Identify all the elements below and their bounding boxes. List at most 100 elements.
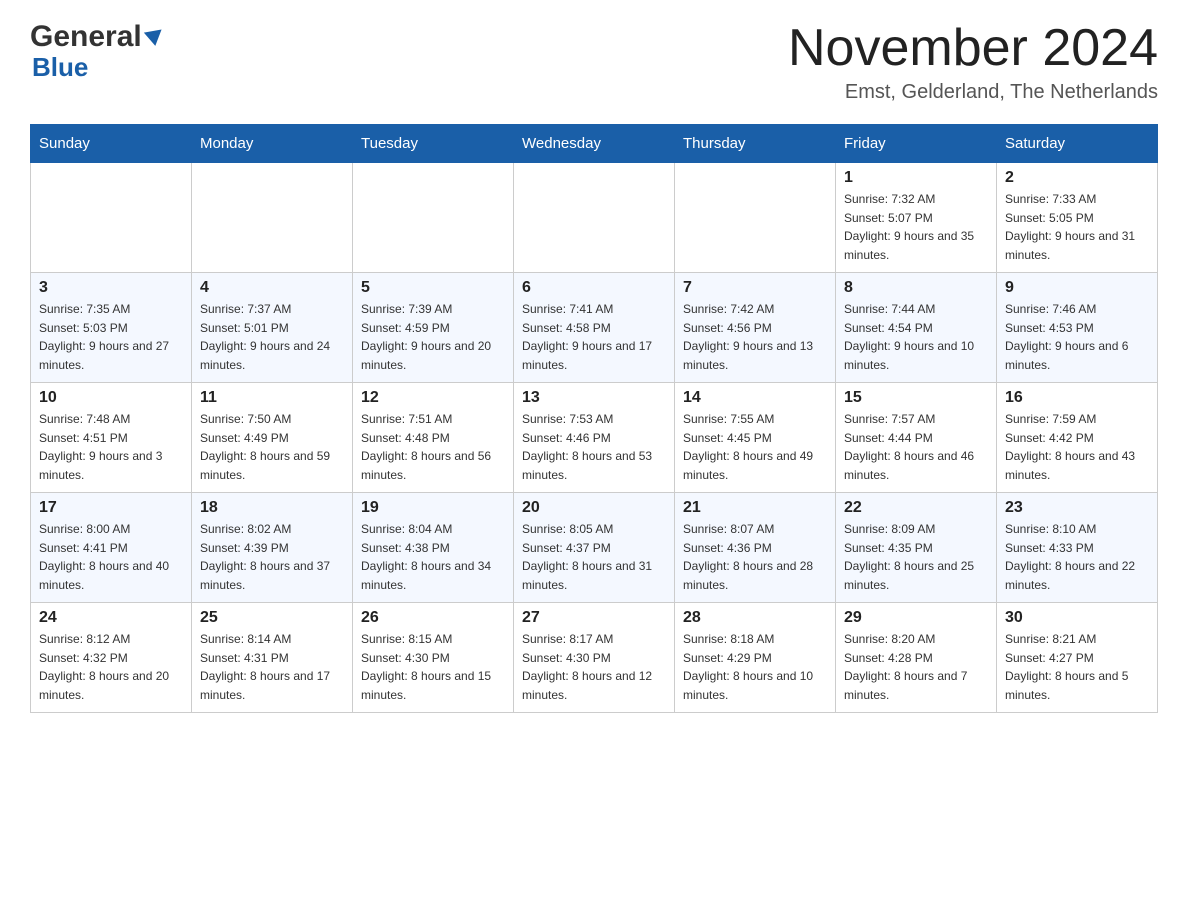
day-number: 12 [361, 389, 505, 407]
day-number: 8 [844, 279, 988, 297]
calendar-header-row: SundayMondayTuesdayWednesdayThursdayFrid… [31, 125, 1158, 163]
sun-info: Sunrise: 7:48 AM Sunset: 4:51 PM Dayligh… [39, 410, 183, 484]
sun-info: Sunrise: 8:05 AM Sunset: 4:37 PM Dayligh… [522, 520, 666, 594]
calendar-cell: 27 Sunrise: 8:17 AM Sunset: 4:30 PM Dayli… [514, 603, 675, 713]
sun-info: Sunrise: 8:12 AM Sunset: 4:32 PM Dayligh… [39, 630, 183, 704]
day-number: 21 [683, 499, 827, 517]
sun-info: Sunrise: 8:00 AM Sunset: 4:41 PM Dayligh… [39, 520, 183, 594]
day-number: 23 [1005, 499, 1149, 517]
sun-info: Sunrise: 8:18 AM Sunset: 4:29 PM Dayligh… [683, 630, 827, 704]
day-number: 17 [39, 499, 183, 517]
weekday-header-friday: Friday [836, 125, 997, 163]
day-number: 5 [361, 279, 505, 297]
calendar-cell [675, 163, 836, 273]
sun-info: Sunrise: 7:55 AM Sunset: 4:45 PM Dayligh… [683, 410, 827, 484]
calendar-cell: 4 Sunrise: 7:37 AM Sunset: 5:01 PM Daylig… [192, 273, 353, 383]
day-number: 22 [844, 499, 988, 517]
sun-info: Sunrise: 7:59 AM Sunset: 4:42 PM Dayligh… [1005, 410, 1149, 484]
calendar-cell: 5Sunrise: 7:39 AM Sunset: 4:59 PM Daylig… [353, 273, 514, 383]
day-number: 4 [200, 279, 344, 297]
weekday-header-monday: Monday [192, 125, 353, 163]
calendar-cell: 19 Sunrise: 8:04 AM Sunset: 4:38 PM Dayli… [353, 493, 514, 603]
weekday-header-thursday: Thursday [675, 125, 836, 163]
day-number: 2 [1005, 169, 1149, 187]
weekday-header-sunday: Sunday [31, 125, 192, 163]
calendar-cell: 1Sunrise: 7:32 AM Sunset: 5:07 PM Daylig… [836, 163, 997, 273]
logo-area: General Blue [30, 20, 163, 83]
sun-info: Sunrise: 8:15 AM Sunset: 4:30 PM Dayligh… [361, 630, 505, 704]
calendar-table: SundayMondayTuesdayWednesdayThursdayFrid… [30, 124, 1158, 713]
calendar-cell [192, 163, 353, 273]
logo-general-text: General [30, 20, 163, 53]
weekday-header-wednesday: Wednesday [514, 125, 675, 163]
calendar-cell: 24Sunrise: 8:12 AM Sunset: 4:32 PM Dayli… [31, 603, 192, 713]
calendar-cell: 22 Sunrise: 8:09 AM Sunset: 4:35 PM Dayli… [836, 493, 997, 603]
location-title: Emst, Gelderland, The Netherlands [788, 81, 1158, 104]
sun-info: Sunrise: 7:57 AM Sunset: 4:44 PM Dayligh… [844, 410, 988, 484]
sun-info: Sunrise: 7:32 AM Sunset: 5:07 PM Dayligh… [844, 190, 988, 264]
sun-info: Sunrise: 8:21 AM Sunset: 4:27 PM Dayligh… [1005, 630, 1149, 704]
sun-info: Sunrise: 7:35 AM Sunset: 5:03 PM Dayligh… [39, 300, 183, 374]
sun-info: Sunrise: 8:20 AM Sunset: 4:28 PM Dayligh… [844, 630, 988, 704]
calendar-cell: 9Sunrise: 7:46 AM Sunset: 4:53 PM Daylig… [997, 273, 1158, 383]
calendar-cell: 18 Sunrise: 8:02 AM Sunset: 4:39 PM Dayli… [192, 493, 353, 603]
calendar-cell: 25 Sunrise: 8:14 AM Sunset: 4:31 PM Dayli… [192, 603, 353, 713]
calendar-cell: 17 Sunrise: 8:00 AM Sunset: 4:41 PM Dayli… [31, 493, 192, 603]
calendar-cell: 21Sunrise: 8:07 AM Sunset: 4:36 PM Dayli… [675, 493, 836, 603]
calendar-week-row: 1Sunrise: 7:32 AM Sunset: 5:07 PM Daylig… [31, 163, 1158, 273]
calendar-cell: 10 Sunrise: 7:48 AM Sunset: 4:51 PM Dayli… [31, 383, 192, 493]
calendar-cell: 12 Sunrise: 7:51 AM Sunset: 4:48 PM Dayli… [353, 383, 514, 493]
sun-info: Sunrise: 8:02 AM Sunset: 4:39 PM Dayligh… [200, 520, 344, 594]
day-number: 20 [522, 499, 666, 517]
day-number: 30 [1005, 609, 1149, 627]
sun-info: Sunrise: 8:17 AM Sunset: 4:30 PM Dayligh… [522, 630, 666, 704]
day-number: 29 [844, 609, 988, 627]
day-number: 3 [39, 279, 183, 297]
sun-info: Sunrise: 7:33 AM Sunset: 5:05 PM Dayligh… [1005, 190, 1149, 264]
calendar-cell: 30 Sunrise: 8:21 AM Sunset: 4:27 PM Dayli… [997, 603, 1158, 713]
calendar-cell: 23 Sunrise: 8:10 AM Sunset: 4:33 PM Dayli… [997, 493, 1158, 603]
day-number: 18 [200, 499, 344, 517]
sun-info: Sunrise: 8:09 AM Sunset: 4:35 PM Dayligh… [844, 520, 988, 594]
day-number: 19 [361, 499, 505, 517]
calendar-week-row: 24Sunrise: 8:12 AM Sunset: 4:32 PM Dayli… [31, 603, 1158, 713]
calendar-cell: 6Sunrise: 7:41 AM Sunset: 4:58 PM Daylig… [514, 273, 675, 383]
calendar-week-row: 17 Sunrise: 8:00 AM Sunset: 4:41 PM Dayli… [31, 493, 1158, 603]
calendar-cell: 29 Sunrise: 8:20 AM Sunset: 4:28 PM Dayli… [836, 603, 997, 713]
logo: General [30, 20, 163, 54]
calendar-week-row: 10 Sunrise: 7:48 AM Sunset: 4:51 PM Dayli… [31, 383, 1158, 493]
calendar-cell [353, 163, 514, 273]
month-title: November 2024 [788, 20, 1158, 77]
calendar-cell [31, 163, 192, 273]
day-number: 13 [522, 389, 666, 407]
calendar-cell: 7Sunrise: 7:42 AM Sunset: 4:56 PM Daylig… [675, 273, 836, 383]
calendar-cell: 28Sunrise: 8:18 AM Sunset: 4:29 PM Dayli… [675, 603, 836, 713]
day-number: 25 [200, 609, 344, 627]
page-header: General Blue November 2024 Emst, Gelderl… [30, 20, 1158, 104]
sun-info: Sunrise: 7:37 AM Sunset: 5:01 PM Dayligh… [200, 300, 344, 374]
sun-info: Sunrise: 7:41 AM Sunset: 4:58 PM Dayligh… [522, 300, 666, 374]
sun-info: Sunrise: 8:14 AM Sunset: 4:31 PM Dayligh… [200, 630, 344, 704]
calendar-week-row: 3 Sunrise: 7:35 AM Sunset: 5:03 PM Daylig… [31, 273, 1158, 383]
sun-info: Sunrise: 8:10 AM Sunset: 4:33 PM Dayligh… [1005, 520, 1149, 594]
day-number: 10 [39, 389, 183, 407]
day-number: 7 [683, 279, 827, 297]
title-area: November 2024 Emst, Gelderland, The Neth… [788, 20, 1158, 104]
sun-info: Sunrise: 8:04 AM Sunset: 4:38 PM Dayligh… [361, 520, 505, 594]
calendar-cell: 15 Sunrise: 7:57 AM Sunset: 4:44 PM Dayli… [836, 383, 997, 493]
calendar-cell: 14Sunrise: 7:55 AM Sunset: 4:45 PM Dayli… [675, 383, 836, 493]
calendar-cell: 3 Sunrise: 7:35 AM Sunset: 5:03 PM Daylig… [31, 273, 192, 383]
calendar-cell: 26 Sunrise: 8:15 AM Sunset: 4:30 PM Dayli… [353, 603, 514, 713]
calendar-cell: 20 Sunrise: 8:05 AM Sunset: 4:37 PM Dayli… [514, 493, 675, 603]
calendar-cell: 8 Sunrise: 7:44 AM Sunset: 4:54 PM Daylig… [836, 273, 997, 383]
calendar-cell [514, 163, 675, 273]
day-number: 27 [522, 609, 666, 627]
day-number: 26 [361, 609, 505, 627]
day-number: 15 [844, 389, 988, 407]
sun-info: Sunrise: 7:51 AM Sunset: 4:48 PM Dayligh… [361, 410, 505, 484]
logo-blue-text: Blue [32, 52, 88, 83]
calendar-cell: 2 Sunrise: 7:33 AM Sunset: 5:05 PM Daylig… [997, 163, 1158, 273]
calendar-cell: 16Sunrise: 7:59 AM Sunset: 4:42 PM Dayli… [997, 383, 1158, 493]
sun-info: Sunrise: 7:44 AM Sunset: 4:54 PM Dayligh… [844, 300, 988, 374]
day-number: 11 [200, 389, 344, 407]
